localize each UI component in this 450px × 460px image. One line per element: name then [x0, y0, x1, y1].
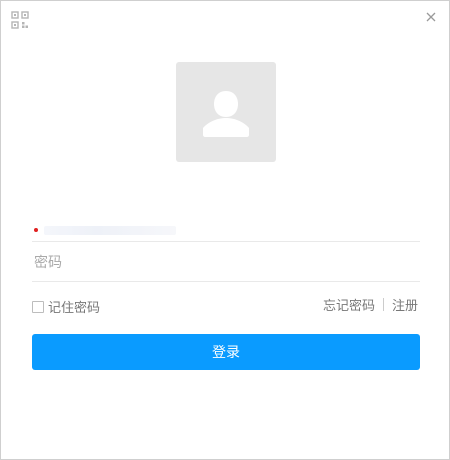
login-window: 记住密码 忘记密码 注册 登录	[0, 0, 450, 460]
account-value	[34, 226, 184, 236]
remember-password-checkbox[interactable]: 记住密码	[32, 297, 100, 316]
remember-password-label: 记住密码	[48, 301, 101, 316]
register-link[interactable]: 注册	[392, 295, 418, 314]
link-separator	[382, 298, 384, 311]
user-silhouette-icon	[203, 91, 249, 137]
account-indicator-dot	[34, 228, 38, 232]
account-field[interactable]	[32, 211, 420, 242]
password-input[interactable]	[32, 251, 420, 275]
forgot-password-link[interactable]: 忘记密码	[323, 295, 375, 314]
qr-code-icon[interactable]	[11, 11, 29, 29]
password-field	[32, 245, 420, 282]
account-links: 忘记密码 注册	[323, 295, 418, 314]
checkbox-box[interactable]	[32, 300, 44, 313]
login-button[interactable]: 登录	[32, 334, 420, 370]
account-value-obscured	[44, 226, 176, 235]
close-icon[interactable]	[421, 7, 441, 27]
avatar	[176, 62, 276, 162]
